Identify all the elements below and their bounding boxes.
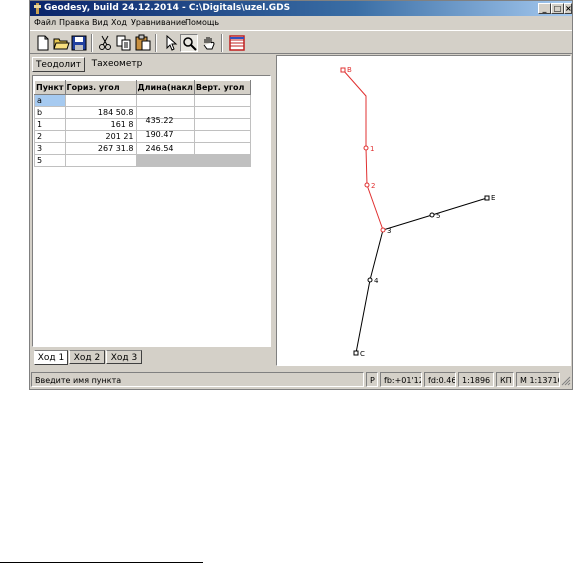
point-label-4: 4 xyxy=(374,277,379,285)
point-marker-c[interactable] xyxy=(353,350,359,356)
point-marker-5[interactable] xyxy=(429,212,435,218)
menu-traverse[interactable]: Ход xyxy=(111,17,127,28)
traverse-drawing: B 1 2 3 5 E 4 C xyxy=(340,66,495,358)
tab-traverse-3[interactable]: Ход 3 xyxy=(106,350,142,364)
left-panel: Теодолит Тахеометр Пункт Гориз. угол Дли… xyxy=(30,55,273,368)
point-label-1: 1 xyxy=(370,145,374,153)
traverse-line-active xyxy=(342,69,384,231)
app-icon xyxy=(34,3,41,14)
distance-value: 246.54 xyxy=(145,144,174,153)
cell-vertical[interactable] xyxy=(193,142,251,155)
cell-angle[interactable] xyxy=(64,94,137,107)
table-icon[interactable] xyxy=(228,34,246,52)
status-message: Введите имя пункта xyxy=(31,372,364,387)
point-label-b: B xyxy=(347,66,352,74)
status-ratio: 1:1896 xyxy=(458,372,494,387)
cut-icon[interactable] xyxy=(96,34,114,52)
point-label-3: 3 xyxy=(387,227,391,235)
copy-icon[interactable] xyxy=(115,34,133,52)
resize-grip-icon[interactable] xyxy=(561,376,571,386)
status-scale: М 1:13710 xyxy=(516,372,560,387)
column-header-vertical[interactable]: Верт. угол xyxy=(193,80,251,95)
menu-bar: Файл Правка Вид Ход Уравнивание Помощь xyxy=(30,16,572,29)
point-label-e: E xyxy=(491,194,495,202)
tab-traverse-1[interactable]: Ход 1 xyxy=(34,350,68,365)
cell-vertical[interactable] xyxy=(193,94,251,107)
cell-angle[interactable]: 184 50.8 xyxy=(64,106,137,119)
menu-adjustment[interactable]: Уравнивание xyxy=(131,17,186,28)
cell-point[interactable]: 1 xyxy=(34,118,66,131)
map-canvas[interactable]: B 1 2 3 5 E 4 C xyxy=(276,55,571,366)
point-marker-e[interactable] xyxy=(484,195,490,201)
app-window: Geodesy, build 24.12.2014 - C:\Digitals\… xyxy=(29,0,573,390)
toolbar-separator xyxy=(91,34,93,52)
cell-vertical[interactable] xyxy=(193,118,251,131)
cell-point[interactable]: b xyxy=(34,106,66,119)
point-marker-4[interactable] xyxy=(367,277,373,283)
menu-edit[interactable]: Правка xyxy=(59,17,89,28)
point-label-2: 2 xyxy=(371,182,375,190)
hand-icon[interactable] xyxy=(200,34,218,52)
minimize-button[interactable]: _ xyxy=(538,3,551,14)
point-marker-2[interactable] xyxy=(364,182,370,188)
distance-value: 435.22 xyxy=(145,116,174,125)
cell-vertical[interactable] xyxy=(193,130,251,143)
maximize-button[interactable]: □ xyxy=(551,3,564,14)
column-header-length[interactable]: Длина(накл xyxy=(135,80,195,95)
open-folder-icon[interactable] xyxy=(52,34,70,52)
column-header-angle[interactable]: Гориз. угол xyxy=(64,80,137,95)
cell-point[interactable]: 3 xyxy=(34,142,66,155)
instrument-tabs: Теодолит Тахеометр xyxy=(32,57,271,73)
point-label-c: C xyxy=(360,350,365,358)
cell-length[interactable] xyxy=(135,154,195,167)
cell-angle[interactable]: 201 21 xyxy=(64,130,137,143)
cell-vertical[interactable] xyxy=(193,154,251,167)
title-bar: Geodesy, build 24.12.2014 - C:\Digitals\… xyxy=(30,1,572,16)
traverse-line-south xyxy=(355,229,384,354)
traverse-line-east xyxy=(382,197,488,231)
cell-point[interactable]: a xyxy=(34,94,66,107)
menu-help[interactable]: Помощь xyxy=(185,17,219,28)
menu-view[interactable]: Вид xyxy=(92,17,108,28)
traverse-tabs: Ход 1 Ход 2 Ход 3 xyxy=(32,350,271,366)
tab-theodolite[interactable]: Теодолит xyxy=(32,57,85,72)
paste-icon[interactable] xyxy=(134,34,152,52)
point-label-5: 5 xyxy=(436,212,440,220)
table-row: a xyxy=(34,94,251,107)
menu-file[interactable]: Файл xyxy=(34,17,56,28)
save-icon[interactable] xyxy=(70,34,88,52)
column-header-point[interactable]: Пункт xyxy=(34,80,66,95)
distance-value: 190.47 xyxy=(145,130,174,139)
cell-angle[interactable] xyxy=(64,154,137,167)
cell-vertical[interactable] xyxy=(193,106,251,119)
close-button[interactable]: × xyxy=(564,3,572,14)
point-marker-1[interactable] xyxy=(363,145,369,151)
cell-point[interactable]: 5 xyxy=(34,154,66,167)
table-row: 5 xyxy=(34,154,251,167)
window-title: Geodesy, build 24.12.2014 - C:\Digitals\… xyxy=(44,3,291,13)
toolbar-separator xyxy=(155,34,157,52)
pointer-icon[interactable] xyxy=(162,34,180,52)
cell-angle[interactable]: 267 31.8 xyxy=(64,142,137,155)
status-kp: КП xyxy=(496,372,514,387)
cell-angle[interactable]: 161 8 xyxy=(64,118,137,131)
status-mode: P xyxy=(366,372,378,387)
status-fb: fb:+01'12" xyxy=(380,372,422,387)
traverse-grid: Пункт Гориз. угол Длина(накл Верт. угол … xyxy=(32,75,271,347)
toolbar xyxy=(30,30,572,54)
footnote-divider xyxy=(0,562,203,563)
new-file-icon[interactable] xyxy=(34,34,52,52)
tab-tacheometer[interactable]: Тахеометр xyxy=(88,57,146,72)
point-marker-3[interactable] xyxy=(380,227,386,233)
cell-point[interactable]: 2 xyxy=(34,130,66,143)
point-marker-b[interactable] xyxy=(340,67,346,73)
status-fd: fd:0.46 xyxy=(424,372,456,387)
tab-traverse-2[interactable]: Ход 2 xyxy=(69,350,105,364)
status-bar: Введите имя пункта P fb:+01'12" fd:0.46 … xyxy=(30,370,572,389)
zoom-icon[interactable] xyxy=(180,34,198,52)
toolbar-separator xyxy=(221,34,223,52)
cell-length[interactable] xyxy=(135,94,195,107)
